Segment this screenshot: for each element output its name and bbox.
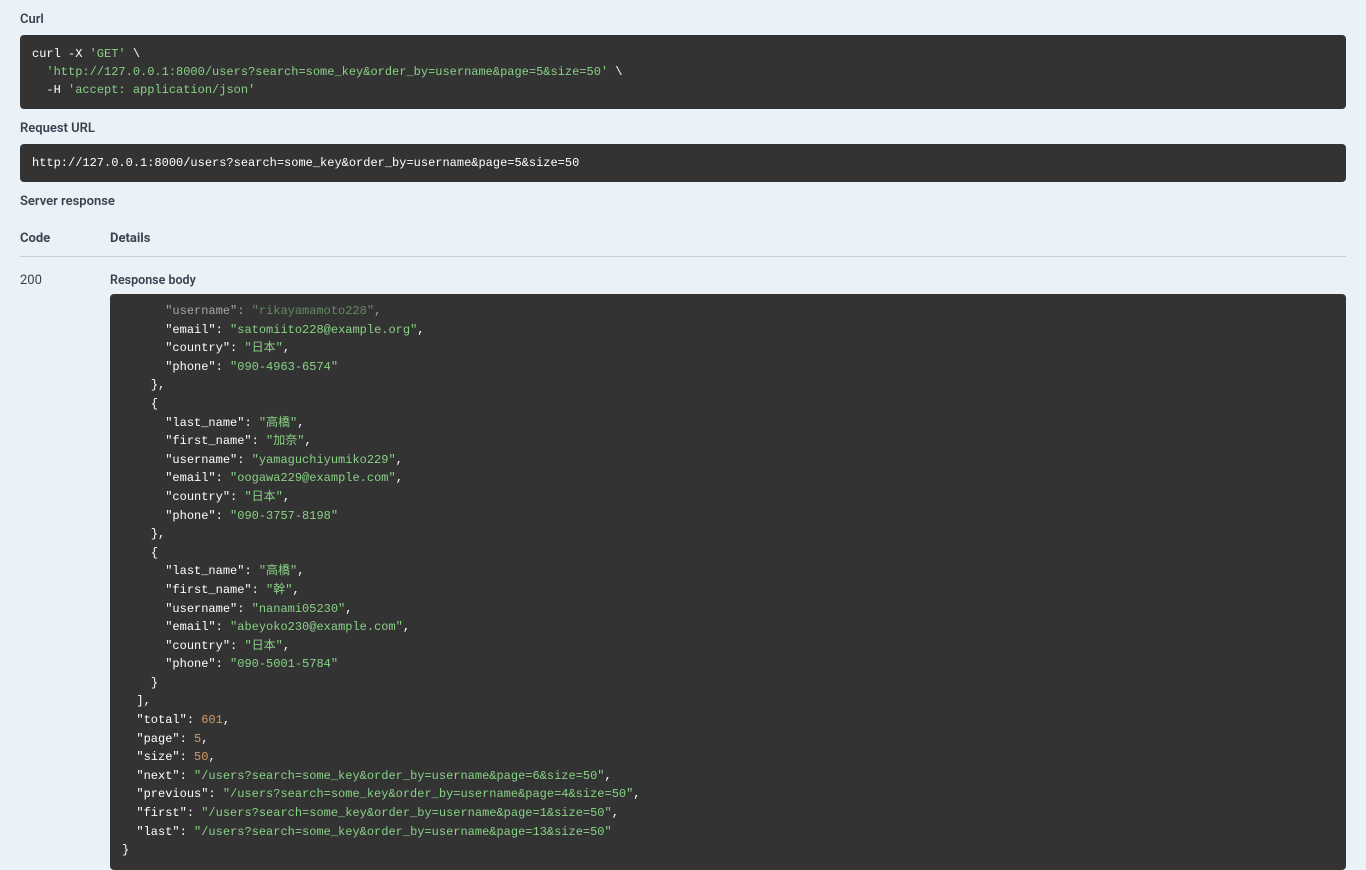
code-column-header: Code — [20, 231, 110, 246]
response-table: Code Details 200 Response body "username… — [20, 221, 1346, 870]
request-url-block[interactable]: http://127.0.0.1:8000/users?search=some_… — [20, 144, 1346, 182]
response-body-label: Response body — [110, 273, 1346, 288]
response-body-json[interactable]: "username": "rikayamamoto228", "email": … — [110, 294, 1346, 870]
request-url-section-label: Request URL — [20, 121, 1346, 136]
server-response-section-label: Server response — [20, 194, 1346, 209]
curl-cont1: \ — [126, 47, 140, 61]
curl-cmd: curl -X — [32, 47, 90, 61]
response-code: 200 — [20, 273, 110, 870]
curl-section-label: Curl — [20, 12, 1346, 27]
curl-cont2: \ — [608, 65, 622, 79]
curl-code-block[interactable]: curl -X 'GET' \ 'http://127.0.0.1:8000/u… — [20, 35, 1346, 109]
curl-method: 'GET' — [90, 47, 126, 61]
curl-url: 'http://127.0.0.1:8000/users?search=some… — [32, 65, 608, 79]
response-body-row: 200 Response body "username": "rikayamam… — [20, 257, 1346, 870]
curl-flag: -H — [32, 83, 68, 97]
response-header-row: Code Details — [20, 221, 1346, 257]
request-url-value: http://127.0.0.1:8000/users?search=some_… — [32, 156, 579, 170]
curl-header: 'accept: application/json' — [68, 83, 255, 97]
details-column-header: Details — [110, 231, 150, 246]
